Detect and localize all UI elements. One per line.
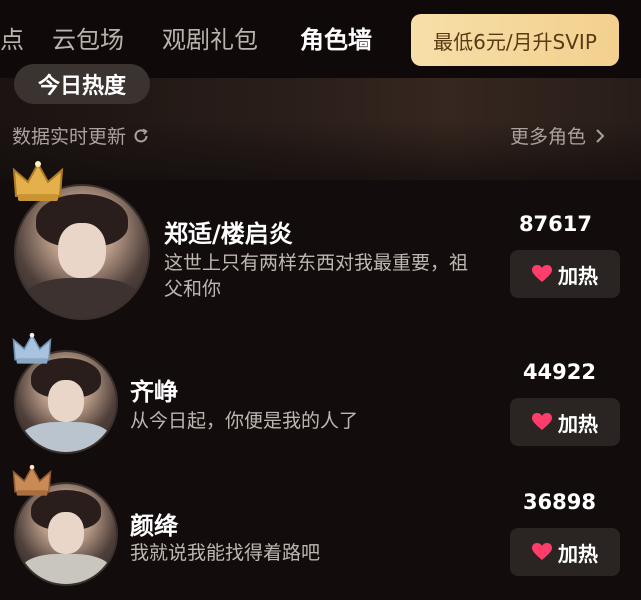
heat-score: 87617 <box>518 212 592 236</box>
heat-score: 44922 <box>522 360 596 384</box>
heart-icon <box>532 265 552 282</box>
character-quote: 我就说我能找得着路吧 <box>130 542 321 564</box>
avatar[interactable] <box>14 184 150 320</box>
character-quote: 这世上只有两样东西对我最重要，祖父和你 <box>164 252 469 300</box>
crown-icon <box>12 332 52 364</box>
heart-icon <box>532 413 552 430</box>
character-name: 颜绛 <box>130 512 178 540</box>
refresh-icon[interactable] <box>132 127 150 145</box>
tab-character-wall[interactable]: 角色墙 <box>300 20 372 55</box>
vip-upgrade-button[interactable]: 最低6元/月升SVIP <box>411 14 619 66</box>
today-heat-pill[interactable]: 今日热度 <box>14 64 150 104</box>
character-name: 齐峥 <box>130 378 178 406</box>
more-characters-link[interactable]: 更多角色 <box>510 122 606 149</box>
more-characters-text: 更多角色 <box>510 126 587 148</box>
realtime-update-label: 数据实时更新 <box>12 122 150 149</box>
crown-icon <box>12 464 52 496</box>
boost-heat-button[interactable]: 加热 <box>510 398 620 446</box>
tab-cloud-booking[interactable]: 云包场 <box>52 20 124 55</box>
tab-partial[interactable]: 点 <box>0 20 24 55</box>
boost-heat-label: 加热 <box>558 263 598 288</box>
crown-icon <box>12 161 64 201</box>
character-quote: 从今日起，你便是我的人了 <box>130 410 359 432</box>
boost-heat-button[interactable]: 加热 <box>510 250 620 298</box>
chevron-right-icon <box>596 128 605 143</box>
heat-score: 36898 <box>522 490 596 514</box>
realtime-text: 数据实时更新 <box>12 126 127 148</box>
tab-gift-pack[interactable]: 观剧礼包 <box>162 20 258 55</box>
heart-icon <box>532 543 552 560</box>
boost-heat-label: 加热 <box>558 411 598 436</box>
character-name: 郑适/楼启炎 <box>164 220 293 248</box>
boost-heat-button[interactable]: 加热 <box>510 528 620 576</box>
boost-heat-label: 加热 <box>558 541 598 566</box>
